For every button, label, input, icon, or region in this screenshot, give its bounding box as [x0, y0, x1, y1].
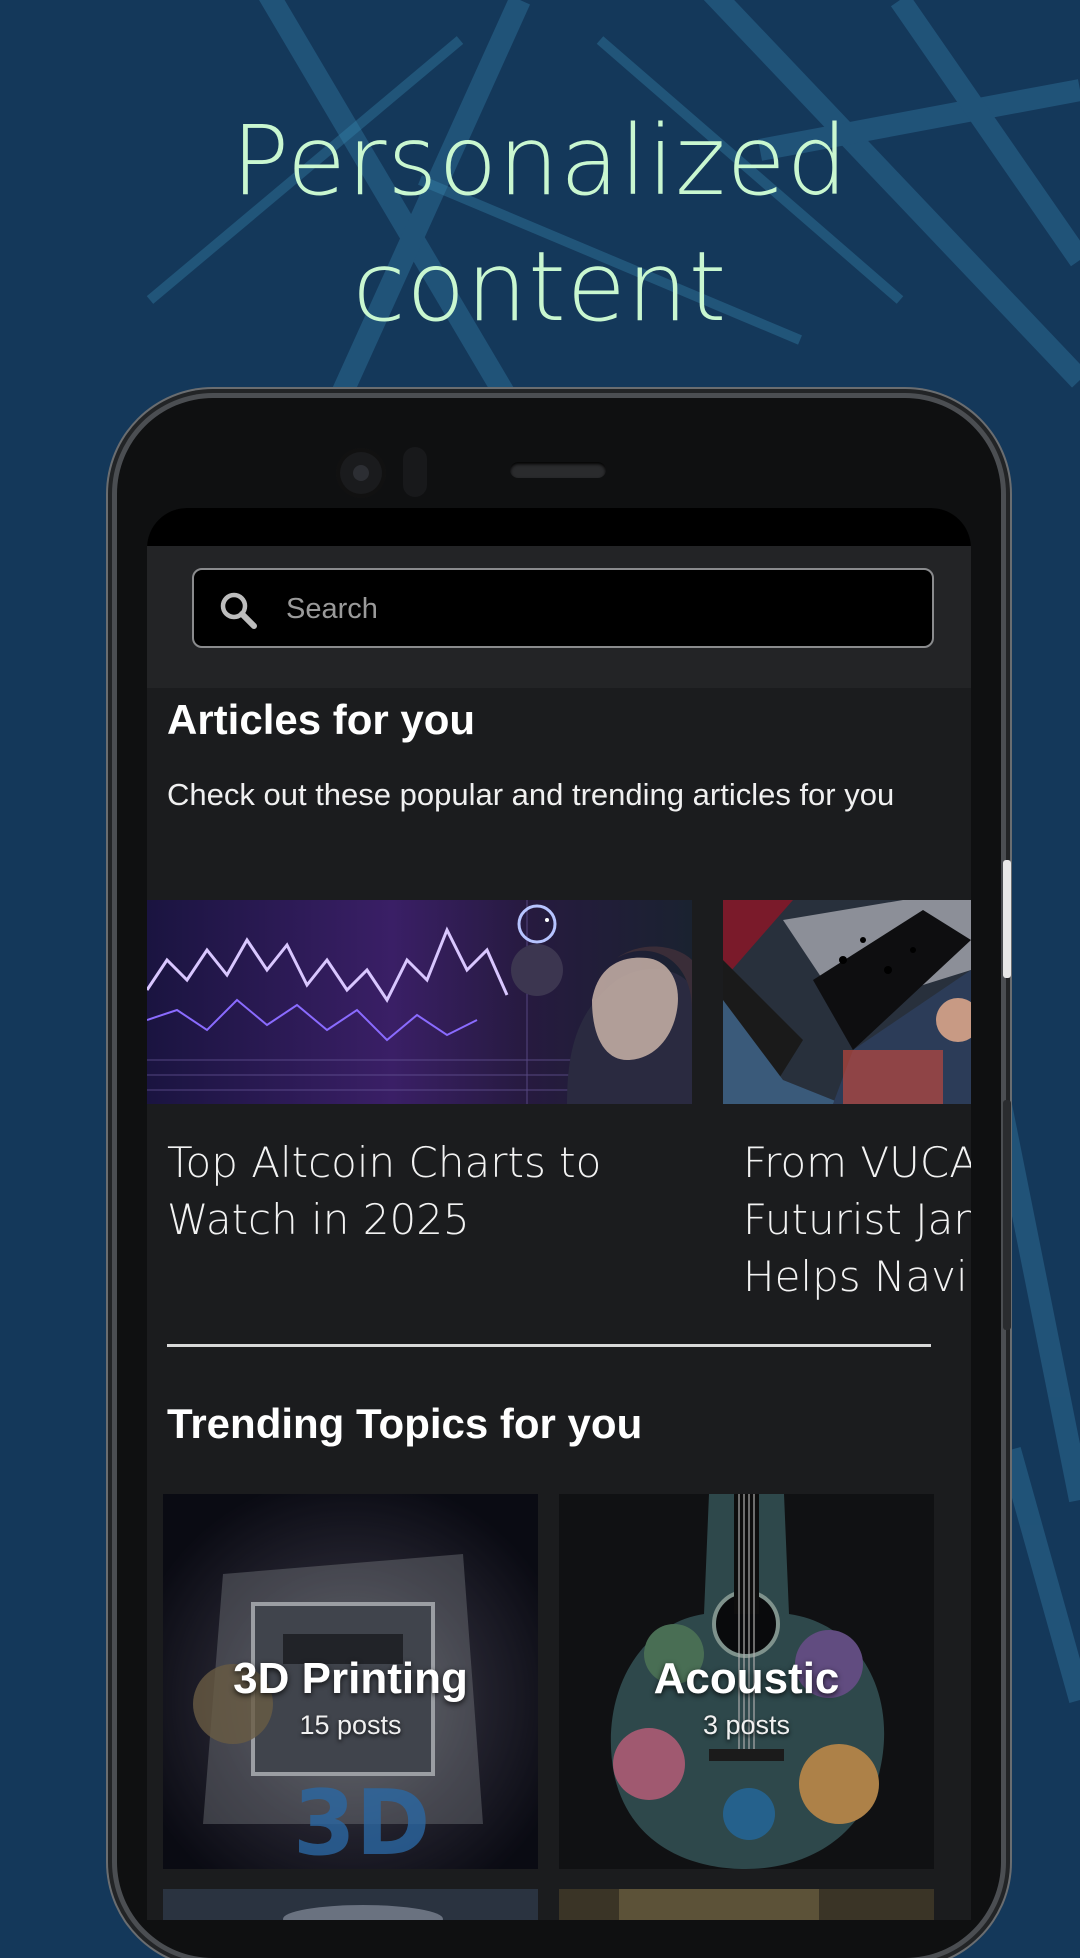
- topic-name: Acoustic: [653, 1654, 840, 1703]
- topic-image: [163, 1889, 538, 1920]
- article-title[interactable]: Top Altcoin Charts to Watch in 2025: [167, 1134, 677, 1248]
- headline-line-2: content: [352, 231, 728, 343]
- search-icon: [220, 592, 257, 629]
- section-divider: [167, 1344, 931, 1347]
- status-bar: [147, 508, 971, 546]
- volume-button: [1003, 1100, 1011, 1330]
- topic-tile-3d-printing[interactable]: 3D 3D Printing 15 posts: [163, 1494, 538, 1869]
- article-title[interactable]: From VUCA to Futurist Jan Helps Navig: [743, 1134, 971, 1305]
- power-button: [1003, 860, 1011, 978]
- articles-section-title: Articles for you: [167, 696, 476, 743]
- search-input[interactable]: [284, 570, 908, 648]
- topic-image: [559, 1889, 934, 1920]
- headline-line-1: Personalized: [231, 105, 849, 217]
- article-thumbnail: [147, 900, 692, 1104]
- search-field[interactable]: [192, 568, 934, 648]
- headline: Personalized content: [0, 98, 1080, 350]
- topic-tile[interactable]: [163, 1889, 538, 1920]
- topic-name: 3D Printing: [233, 1654, 468, 1703]
- app-screen: Articles for you Check out these popular…: [147, 508, 971, 1920]
- front-camera-icon: [336, 448, 386, 498]
- topic-tile-acoustic[interactable]: Acoustic 3 posts: [559, 1494, 934, 1869]
- earpiece-speaker: [510, 462, 606, 478]
- topic-tile[interactable]: [559, 1889, 934, 1920]
- article-thumbnail: [723, 900, 971, 1104]
- topic-post-count: 3 posts: [702, 1710, 791, 1740]
- sensor: [403, 447, 427, 497]
- articles-section-description: Check out these popular and trending art…: [167, 777, 895, 812]
- topic-post-count: 15 posts: [299, 1710, 402, 1740]
- search-bar-container: [147, 546, 971, 688]
- topics-section-title: Trending Topics for you: [167, 1400, 643, 1447]
